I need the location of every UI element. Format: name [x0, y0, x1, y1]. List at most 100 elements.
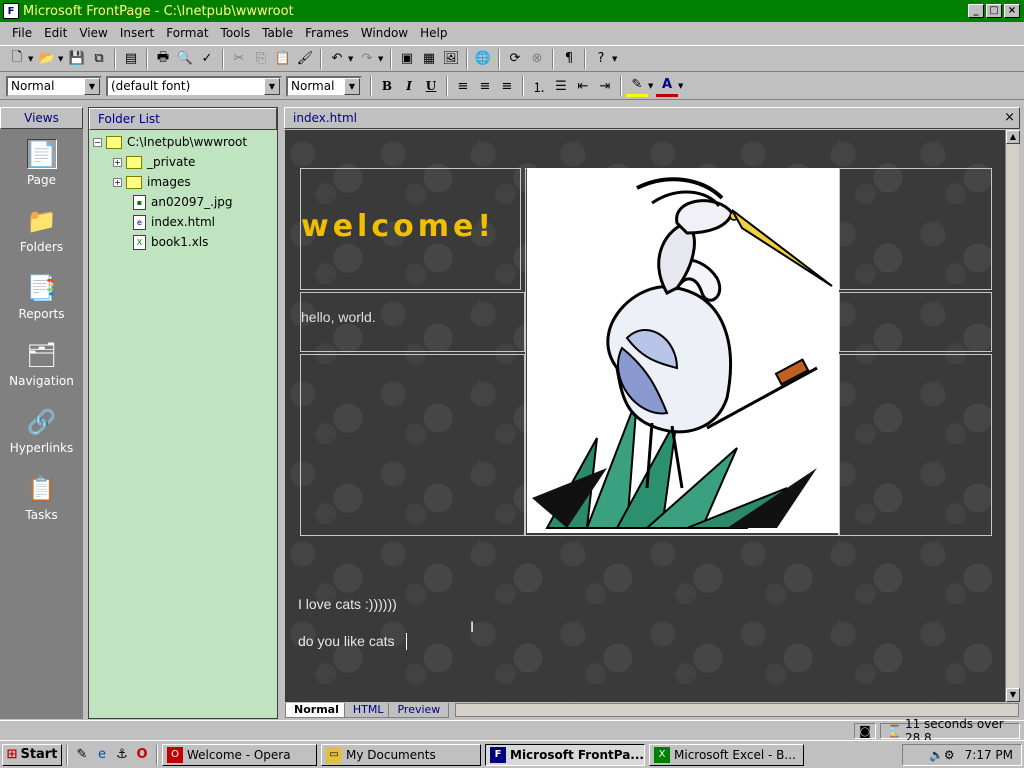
insert-table-icon[interactable]: ▦	[418, 48, 440, 69]
view-tasks[interactable]: 📋 Tasks	[0, 464, 83, 531]
stop-icon[interactable]: ⊗	[526, 48, 548, 69]
tab-normal[interactable]: Normal	[285, 702, 348, 718]
table-cell[interactable]	[300, 354, 525, 536]
tab-preview[interactable]: Preview	[388, 702, 450, 718]
menu-format[interactable]: Format	[160, 24, 214, 42]
publish-icon[interactable]: ⧉	[88, 48, 110, 69]
internet-explorer-icon[interactable]: e	[92, 745, 112, 765]
bulleted-list-icon[interactable]: ☰	[550, 76, 572, 97]
tree-item-xls[interactable]: X book1.xls	[93, 232, 277, 252]
menu-table[interactable]: Table	[256, 24, 299, 42]
italic-button[interactable]: I	[398, 76, 420, 97]
heron-image[interactable]	[527, 168, 839, 533]
new-dropdown-icon[interactable]: ▼	[28, 55, 36, 63]
font-color-dropdown-icon[interactable]: ▼	[678, 82, 686, 90]
view-folders[interactable]: 📁 Folders	[0, 196, 83, 263]
minimize-button[interactable]: _	[968, 4, 984, 18]
align-center-icon[interactable]: ≡	[474, 76, 496, 97]
hyperlink-icon[interactable]: 🌐	[472, 48, 494, 69]
menu-tools[interactable]: Tools	[215, 24, 257, 42]
task-excel[interactable]: X Microsoft Excel - B...	[649, 743, 804, 766]
scroll-down-icon[interactable]: ▼	[1006, 688, 1020, 702]
vertical-scrollbar[interactable]: ▲ ▼	[1005, 130, 1020, 702]
increase-indent-icon[interactable]: ⇥	[594, 76, 616, 97]
font-dropdown-icon[interactable]: ▼	[264, 77, 280, 95]
frontpage-app-icon[interactable]: F	[3, 3, 19, 19]
new-page-icon[interactable]: 🗋	[6, 48, 28, 69]
cut-icon[interactable]: ✂	[228, 48, 250, 69]
font-select[interactable]: (default font) ▼	[106, 75, 282, 97]
decrease-indent-icon[interactable]: ⇤	[572, 76, 594, 97]
insert-picture-icon[interactable]: 🖼	[440, 48, 462, 69]
menu-insert[interactable]: Insert	[114, 24, 160, 42]
paste-icon[interactable]: 📋	[272, 48, 294, 69]
font-color-icon[interactable]: A	[656, 76, 678, 97]
view-navigation[interactable]: 🗂 Navigation	[0, 330, 83, 397]
menu-window[interactable]: Window	[355, 24, 414, 42]
style-dropdown-icon[interactable]: ▼	[84, 77, 100, 95]
clock[interactable]: 7:17 PM	[965, 748, 1013, 762]
open-folder-icon[interactable]: 📂	[36, 48, 58, 69]
scroll-up-icon[interactable]: ▲	[1006, 130, 1020, 144]
tree-item-private[interactable]: + _private	[93, 152, 277, 172]
align-right-icon[interactable]: ≡	[496, 76, 518, 97]
open-dropdown-icon[interactable]: ▼	[58, 55, 66, 63]
view-reports[interactable]: 📑 Reports	[0, 263, 83, 330]
table-cell-hello[interactable]: hello, world.	[300, 292, 525, 352]
bold-button[interactable]: B	[376, 76, 398, 97]
horizontal-scrollbar[interactable]	[455, 703, 1019, 717]
menu-frames[interactable]: Frames	[299, 24, 355, 42]
task-frontpage[interactable]: F Microsoft FrontPa...	[485, 743, 645, 766]
task-opera[interactable]: O Welcome - Opera	[162, 743, 317, 766]
quicklaunch-shortcut-icon[interactable]: ✎	[72, 745, 92, 765]
redo-icon[interactable]: ↷	[356, 48, 378, 69]
table-cell[interactable]	[839, 354, 992, 536]
start-button[interactable]: ⊞ Start	[2, 743, 62, 766]
task-my-documents[interactable]: ▭ My Documents	[321, 743, 481, 766]
help-icon[interactable]: ?	[590, 48, 612, 69]
copy-icon[interactable]: ⎘	[250, 48, 272, 69]
show-all-paragraph-icon[interactable]: ¶	[558, 48, 580, 69]
undo-dropdown-icon[interactable]: ▼	[348, 55, 356, 63]
expand-icon[interactable]: +	[113, 157, 122, 167]
collapse-icon[interactable]: −	[93, 137, 102, 147]
help-dropdown-icon[interactable]: ▼	[612, 55, 620, 63]
highlight-dropdown-icon[interactable]: ▼	[648, 82, 656, 90]
format-painter-icon[interactable]: 🖌	[294, 48, 316, 69]
save-icon[interactable]: 💾	[66, 48, 88, 69]
size-select[interactable]: Normal ▼	[286, 75, 362, 97]
folder-list-toggle-icon[interactable]: ▤	[120, 48, 142, 69]
tab-html[interactable]: HTML	[343, 702, 393, 718]
print-icon[interactable]: 🖶	[152, 48, 174, 69]
table-cell-welcome[interactable]: welcome!	[300, 168, 521, 290]
table-cell[interactable]	[839, 168, 992, 290]
opera-icon[interactable]: O	[132, 745, 152, 765]
view-page[interactable]: 📄 Page	[0, 129, 83, 196]
preview-in-browser-icon[interactable]: 🔍	[174, 48, 196, 69]
close-document-icon[interactable]: ×	[1004, 108, 1015, 128]
style-select[interactable]: Normal ▼	[6, 75, 102, 97]
view-hyperlinks[interactable]: 🔗 Hyperlinks	[0, 397, 83, 464]
menu-help[interactable]: Help	[414, 24, 453, 42]
paragraph-cats[interactable]: I love cats :))))))	[298, 596, 397, 612]
paragraph-question[interactable]: do you like cats	[298, 633, 395, 649]
menu-edit[interactable]: Edit	[38, 24, 73, 42]
undo-icon[interactable]: ↶	[326, 48, 348, 69]
tree-item-images[interactable]: + images	[93, 172, 277, 192]
expand-icon[interactable]: +	[113, 177, 122, 187]
insert-component-icon[interactable]: ▣	[396, 48, 418, 69]
menu-file[interactable]: File	[6, 24, 38, 42]
menu-view[interactable]: View	[73, 24, 113, 42]
size-dropdown-icon[interactable]: ▼	[344, 77, 360, 95]
tree-item-index[interactable]: e index.html	[93, 212, 277, 232]
highlight-color-icon[interactable]: ✎	[626, 76, 648, 97]
tray-icons[interactable]: 🔈⚙	[929, 748, 955, 762]
redo-dropdown-icon[interactable]: ▼	[378, 55, 386, 63]
align-left-icon[interactable]: ≡	[452, 76, 474, 97]
maximize-button[interactable]: □	[986, 4, 1002, 18]
spelling-icon[interactable]: ✓	[196, 48, 218, 69]
refresh-icon[interactable]: ⟳	[504, 48, 526, 69]
underline-button[interactable]: U	[420, 76, 442, 97]
numbered-list-icon[interactable]: ⒈	[528, 76, 550, 97]
table-cell[interactable]	[839, 292, 992, 352]
